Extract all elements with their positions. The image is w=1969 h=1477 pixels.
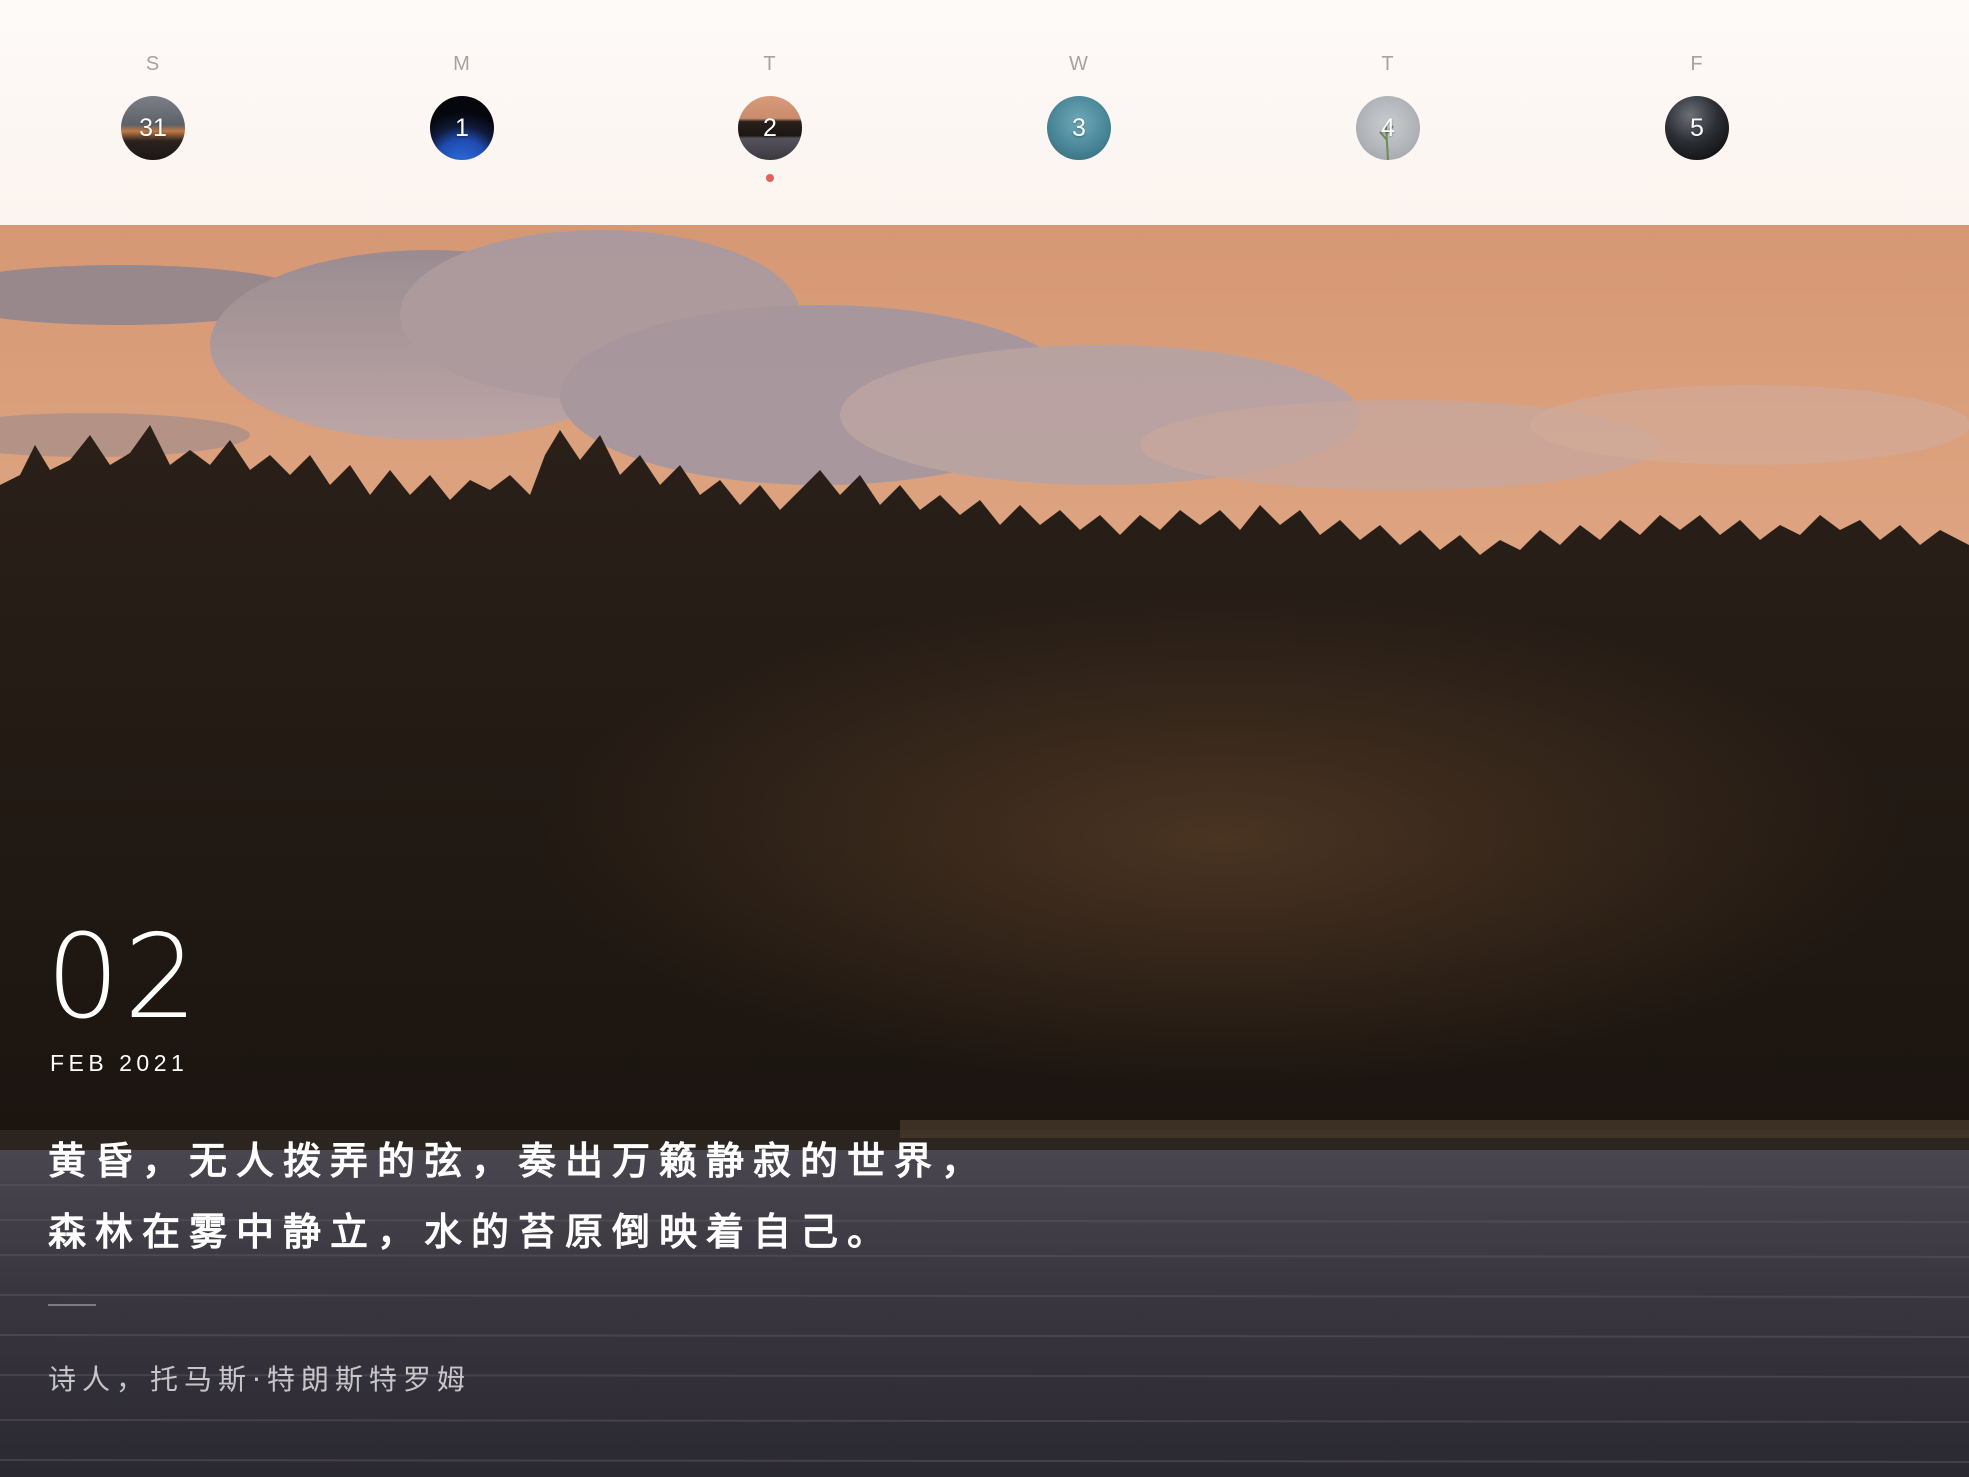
day-wed-3[interactable]: W 3 [1019, 52, 1139, 160]
day-letter-mon: M [453, 53, 471, 75]
day-number: 5 [1690, 114, 1704, 142]
week-strip: S 31 M 1 T 2 W 3 T 4 F 5 [0, 0, 1969, 225]
day-number: 4 [1381, 114, 1395, 142]
day-number: 3 [1072, 114, 1086, 142]
day-letter-fri: F [1690, 53, 1704, 75]
day-letter-wed: W [1069, 53, 1089, 75]
dark-landscape-thumbnail[interactable]: 5 [1665, 96, 1729, 160]
day-letter-sun: S [145, 53, 161, 75]
day-thu-4[interactable]: T 4 [1328, 52, 1448, 160]
landscape-illustration [0, 225, 1969, 1477]
day-letter-tue: T [763, 53, 777, 75]
day-number: 31 [139, 114, 167, 142]
lake-sunset-thumbnail[interactable]: 2 [738, 96, 802, 160]
day-mon-1[interactable]: M 1 [402, 52, 522, 160]
day-fri-5[interactable]: F 5 [1637, 52, 1757, 160]
grey-plant-thumbnail[interactable]: 4 [1356, 96, 1420, 160]
day-number: 1 [455, 114, 469, 142]
day-number: 2 [763, 114, 777, 142]
day-letter-thu: T [1381, 53, 1395, 75]
selected-day-indicator [766, 174, 774, 182]
sunset-sea-thumbnail[interactable]: 31 [121, 96, 185, 160]
hero-photo-dusk-lake [0, 225, 1969, 1477]
earth-night-thumbnail[interactable]: 1 [430, 96, 494, 160]
day-sun-31[interactable]: S 31 [93, 52, 213, 160]
day-tue-2[interactable]: T 2 [710, 52, 830, 182]
teal-water-thumbnail[interactable]: 3 [1047, 96, 1111, 160]
